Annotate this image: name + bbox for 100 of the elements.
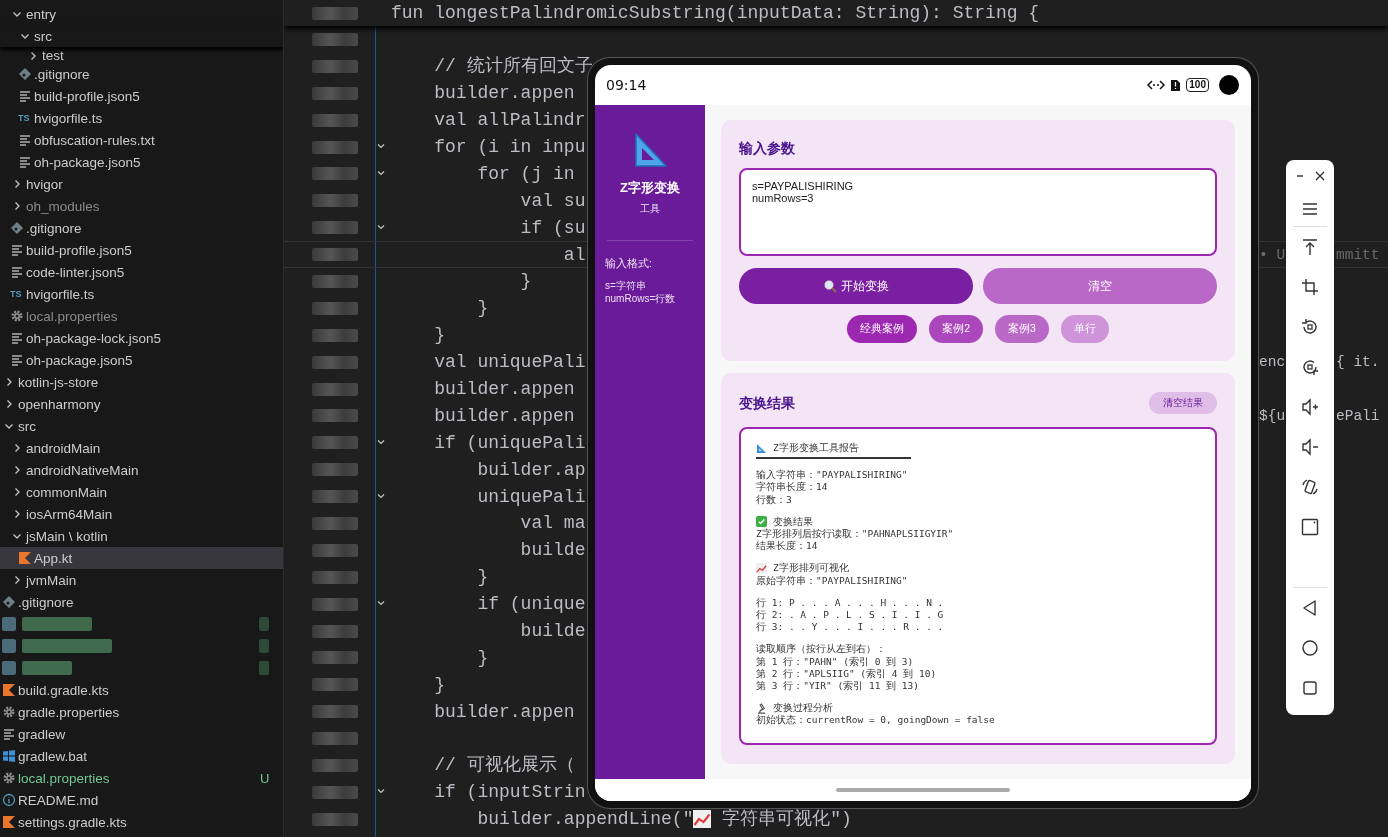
sim-alert-icon xyxy=(1171,79,1181,91)
back-icon[interactable] xyxy=(1301,599,1319,617)
blame-hint: mmitt xyxy=(1336,246,1380,263)
file-tree-item[interactable]: TS hvigorfile.ts xyxy=(0,283,283,305)
file-tree-item[interactable]: build-profile.json5 xyxy=(0,85,283,107)
ruler-icon xyxy=(756,442,767,454)
blurred-line-number xyxy=(312,597,358,611)
kotlin-icon xyxy=(18,551,32,565)
kotlin-icon xyxy=(2,815,16,829)
blurred-line-number xyxy=(312,785,358,799)
blame-hint: • U xyxy=(1259,246,1286,263)
clear-results-button[interactable]: 清空结果 xyxy=(1149,392,1217,414)
close-icon[interactable] xyxy=(1315,171,1325,181)
recent-apps-icon[interactable] xyxy=(1301,679,1319,697)
file-tree-item[interactable]: local.properties xyxy=(0,305,283,327)
file-tree-item[interactable]: androidNativeMain xyxy=(0,459,283,481)
file-tree-item[interactable]: oh-package.json5 xyxy=(0,349,283,371)
code-line: } xyxy=(476,649,489,666)
file-tree-item[interactable]: README.md xyxy=(0,789,283,811)
file-tree-item[interactable]: src xyxy=(0,25,283,47)
info-icon xyxy=(2,793,16,807)
volume-up-icon[interactable] xyxy=(1301,398,1319,416)
file-tree-item[interactable]: oh_modules xyxy=(0,195,283,217)
blurred-line-number xyxy=(312,274,358,288)
blurred-line-number xyxy=(312,140,358,154)
blurred-line-number xyxy=(312,516,358,530)
home-icon[interactable] xyxy=(1301,639,1319,657)
file-tree-item[interactable]: settings.gradle.kts xyxy=(0,811,283,833)
code-line: al xyxy=(562,246,586,263)
code-line: } xyxy=(476,300,489,317)
card-title: 输入参数 xyxy=(739,139,796,158)
file-tree-item[interactable]: commonMain xyxy=(0,481,283,503)
rotate-left-icon[interactable] xyxy=(1301,318,1319,336)
file-tree-item[interactable]: oh-package.json5 xyxy=(0,151,283,173)
blurred-line-number xyxy=(312,301,358,315)
format-hint: s=字符串 xyxy=(604,279,646,292)
input-field[interactable]: s=PAYPALISHIRING numRows=3 xyxy=(739,168,1217,256)
file-tree-item[interactable]: App.kt xyxy=(0,547,283,569)
report-line: 行 3: . . Y . . . I . . . R . . . xyxy=(756,621,945,634)
blurred-line-number xyxy=(312,194,358,208)
file-tree-item[interactable]: androidMain xyxy=(0,437,283,459)
file-tree-item[interactable]: hvigor xyxy=(0,173,283,195)
transform-button[interactable]: 开始变换 xyxy=(739,268,973,304)
file-tree-item[interactable]: src xyxy=(0,415,283,437)
clear-button[interactable]: 清空 xyxy=(983,268,1217,304)
file-tree-item[interactable]: gradlew.bat xyxy=(0,745,283,767)
code-line: val allPalindr xyxy=(433,112,586,129)
menu-icon[interactable] xyxy=(1301,200,1319,218)
arrow-to-top-icon[interactable] xyxy=(1301,238,1319,256)
volume-down-icon[interactable] xyxy=(1301,438,1319,456)
file-tree-item[interactable]: test xyxy=(0,47,283,63)
text-file-icon xyxy=(10,265,24,279)
file-tree-item[interactable]: .gitignore xyxy=(0,217,283,239)
file-tree-item[interactable]: build.gradle.kts xyxy=(0,679,283,701)
example-chip[interactable]: 案例3 xyxy=(995,315,1049,343)
report-line: 第 2 行："APLSIIG" (索引 4 到 10) xyxy=(756,667,938,681)
blurred-line-number xyxy=(312,113,358,127)
code-line: } xyxy=(433,327,445,344)
blurred-line-number xyxy=(312,543,358,557)
text-file-icon xyxy=(18,133,32,147)
app-title: Z字形变换 xyxy=(620,179,680,197)
file-tree-item[interactable]: local.properties U xyxy=(0,767,283,789)
example-chip[interactable]: 经典案例 xyxy=(847,315,918,343)
report-heading: 变换结果 xyxy=(773,515,813,528)
file-tree-item[interactable]: .gitignore xyxy=(0,591,283,613)
example-chip[interactable]: 案例2 xyxy=(929,315,983,343)
blurred-line-number xyxy=(312,328,358,342)
report-line: 第 3 行："YIR" (索引 11 到 13) xyxy=(756,680,920,693)
screenshot-icon[interactable] xyxy=(1301,518,1319,536)
code-line: if (su xyxy=(519,219,586,236)
search-icon xyxy=(823,279,837,293)
code-line: // 统计所有回文子 xyxy=(433,58,593,75)
code-line: builder.ap xyxy=(476,461,586,478)
file-tree-item[interactable]: TS hvigorfile.ts xyxy=(0,107,283,129)
file-tree-item[interactable]: .gitignore xyxy=(0,63,283,85)
file-tree-item[interactable]: kotlin-js-store xyxy=(0,371,283,393)
report-line: 结果长度：14 xyxy=(756,540,819,553)
file-tree-item[interactable]: iosArm64Main xyxy=(0,503,283,525)
file-tree-item[interactable]: openharmony xyxy=(0,393,283,415)
file-tree-item[interactable]: jvmMain xyxy=(0,569,283,591)
text-file-icon xyxy=(18,155,32,169)
file-tree-item[interactable]: gradle.properties xyxy=(0,701,283,723)
crop-icon[interactable] xyxy=(1301,278,1319,296)
blurred-line-number xyxy=(312,6,358,20)
code-line: for (j in xyxy=(476,165,575,182)
file-tree-item[interactable]: obfuscation-rules.txt xyxy=(0,129,283,151)
file-tree-item[interactable]: oh-package-lock.json5 xyxy=(0,327,283,349)
blurred-line-number xyxy=(312,463,358,477)
blurred-line-number xyxy=(312,248,358,262)
phone-rotate-icon[interactable] xyxy=(1301,478,1319,496)
file-tree-item[interactable]: build-profile.json5 xyxy=(0,239,283,261)
rotate-right-icon[interactable] xyxy=(1301,358,1319,376)
code-line: val su xyxy=(519,192,586,209)
microscope-icon xyxy=(756,702,767,714)
git-icon xyxy=(18,67,32,81)
report-line: 第 1 行："PAHN" (索引 0 到 3) xyxy=(756,655,915,668)
file-tree-item[interactable]: gradlew xyxy=(0,723,283,745)
format-label: 输入格式: xyxy=(604,257,652,271)
file-tree-item[interactable]: jsMain \ kotlin xyxy=(0,525,283,547)
file-tree-item[interactable]: code-linter.json5 xyxy=(0,261,283,283)
